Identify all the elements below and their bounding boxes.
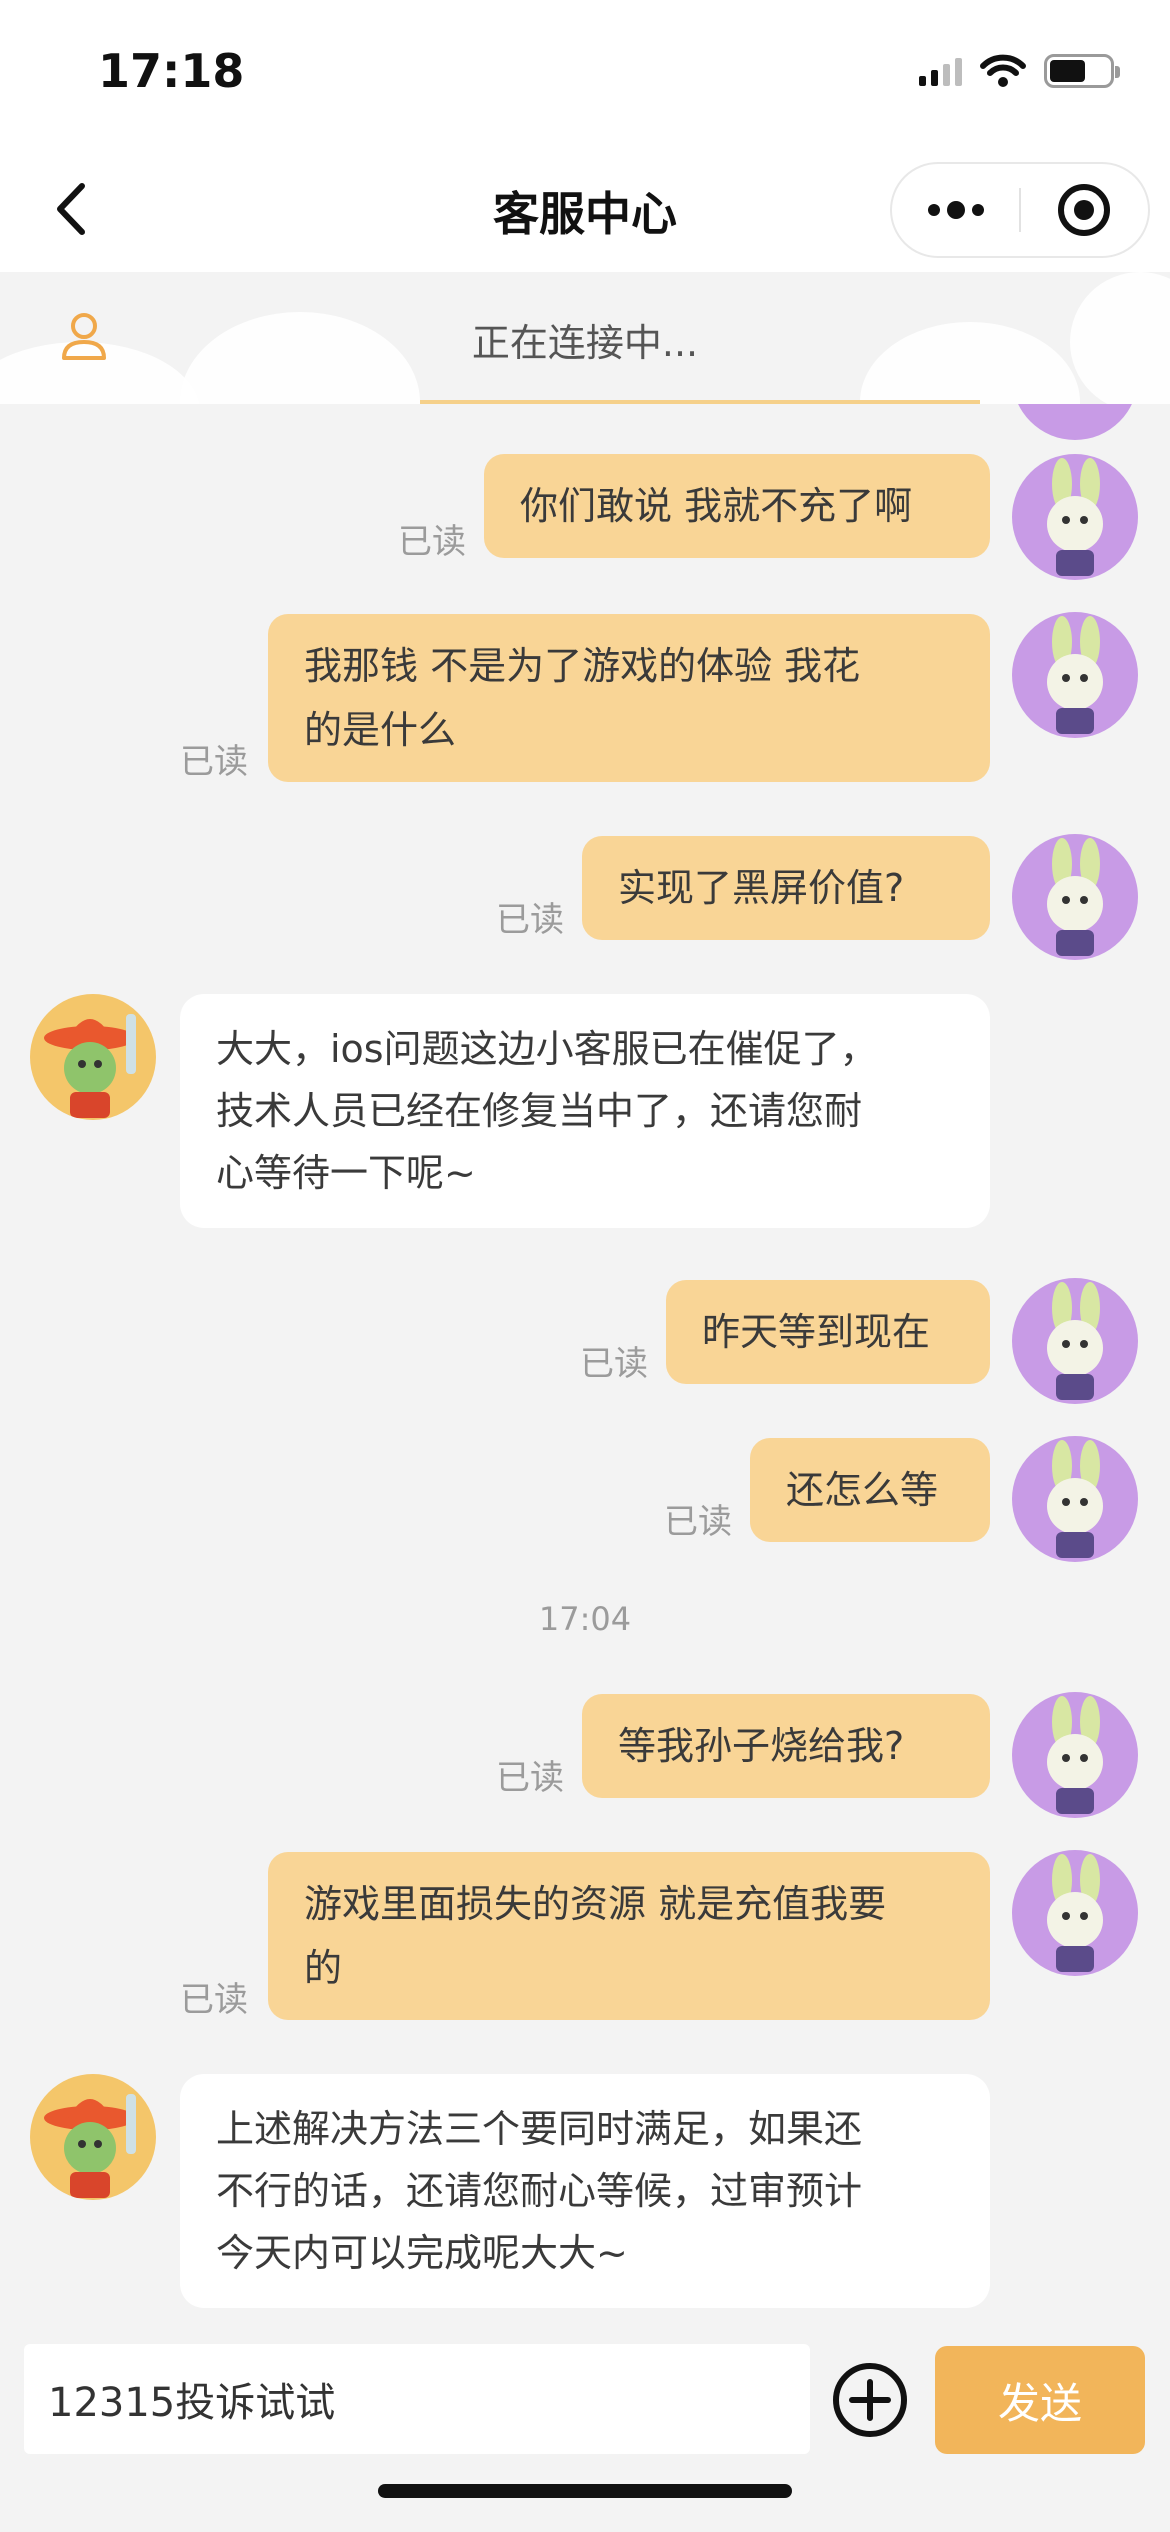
message-bubble-outgoing[interactable]: 我那钱 不是为了游戏的体验 我花 的是什么 [268,614,990,782]
rabbit-avatar-icon [1047,1696,1103,1814]
read-receipt: 已读 [398,522,466,562]
read-receipt: 已读 [664,1502,732,1542]
read-receipt: 已读 [180,1980,248,2020]
connection-banner: 正在连接中... [0,272,1170,404]
cellular-signal-icon [919,56,962,86]
read-receipt: 已读 [180,742,248,782]
message-line: 的 [304,1946,343,1990]
rabbit-avatar-icon [1047,616,1103,734]
avatar[interactable] [30,994,156,1120]
message-line: 上述解决方法三个要同时满足，如果还 [216,2107,863,2151]
rabbit-avatar-icon [1047,458,1103,576]
message-bubble-incoming[interactable]: 大大，ios问题这边小客服已在催促了， 技术人员已经在修复当中了，还请您耐 心等… [180,994,990,1228]
avatar [1012,404,1138,440]
message-line: 的是什么 [304,708,457,752]
message-bubble-outgoing[interactable]: 昨天等到现在 [666,1280,990,1384]
message-line: 今天内可以完成呢大大~ [216,2231,628,2275]
message-bubble-incoming[interactable]: 上述解决方法三个要同时满足，如果还 不行的话，还请您耐心等候，过审预计 今天内可… [180,2074,990,2308]
connection-status: 正在连接中... [471,321,699,365]
target-circle-icon [1058,184,1111,236]
message-bubble-outgoing[interactable]: 你们敢说 我就不充了啊 [484,454,990,558]
message-bubble-outgoing[interactable]: 实现了黑屏价值? [582,836,990,940]
message-line: 不行的话，还请您耐心等候，过审预计 [216,2169,863,2213]
mini-program-capsule [890,162,1150,258]
nav-bar: 客服中心 [0,150,1170,272]
send-button[interactable]: 发送 [935,2346,1145,2454]
rabbit-avatar-icon [1047,1282,1103,1400]
more-dots-icon [927,201,984,219]
avatar[interactable] [1012,1692,1138,1818]
close-button[interactable] [1021,164,1148,256]
home-indicator[interactable] [378,2484,792,2498]
message-line: 技术人员已经在修复当中了，还请您耐 [216,1089,863,1133]
plus-circle-icon [833,2363,907,2437]
more-button[interactable] [892,164,1019,256]
read-receipt: 已读 [496,900,564,940]
message-line: 我那钱 不是为了游戏的体验 我花 [304,644,861,688]
message-bubble-outgoing[interactable]: 游戏里面损失的资源 就是充值我要 的 [268,1852,990,2020]
message-line: 心等待一下呢~ [216,1151,476,1195]
message-line: 游戏里面损失的资源 就是充值我要 [304,1882,887,1926]
avatar[interactable] [30,2074,156,2200]
rabbit-avatar-icon [1047,1440,1103,1558]
status-bar: 17:18 [0,0,1170,150]
read-receipt: 已读 [580,1344,648,1384]
attach-button[interactable] [830,2360,910,2440]
avatar[interactable] [1012,454,1138,580]
battery-icon [1044,54,1120,88]
time-separator: 17:04 [538,1600,632,1638]
chat-input-bar: 发送 [0,2320,1170,2532]
message-line: 大大，ios问题这边小客服已在催促了， [216,1027,878,1071]
status-icons [919,54,1120,88]
chat-message-list[interactable]: 已读 你们敢说 我就不充了啊 已读 我那钱 不是为了游戏的体验 我花 的是什么 … [0,404,1170,2320]
agent-avatar-icon [44,1014,136,1118]
avatar[interactable] [1012,1436,1138,1562]
avatar[interactable] [1012,1278,1138,1404]
wifi-icon [980,54,1026,87]
read-receipt: 已读 [496,1758,564,1798]
avatar[interactable] [1012,834,1138,960]
status-time: 17:18 [98,44,245,98]
avatar[interactable] [1012,612,1138,738]
rabbit-avatar-icon [1047,838,1103,956]
message-bubble-outgoing[interactable]: 等我孙子烧给我? [582,1694,990,1798]
rabbit-avatar-icon [1047,1854,1103,1972]
message-input[interactable] [24,2344,810,2454]
avatar[interactable] [1012,1850,1138,1976]
agent-avatar-icon [44,2094,136,2198]
message-bubble-outgoing[interactable]: 还怎么等 [750,1438,990,1542]
